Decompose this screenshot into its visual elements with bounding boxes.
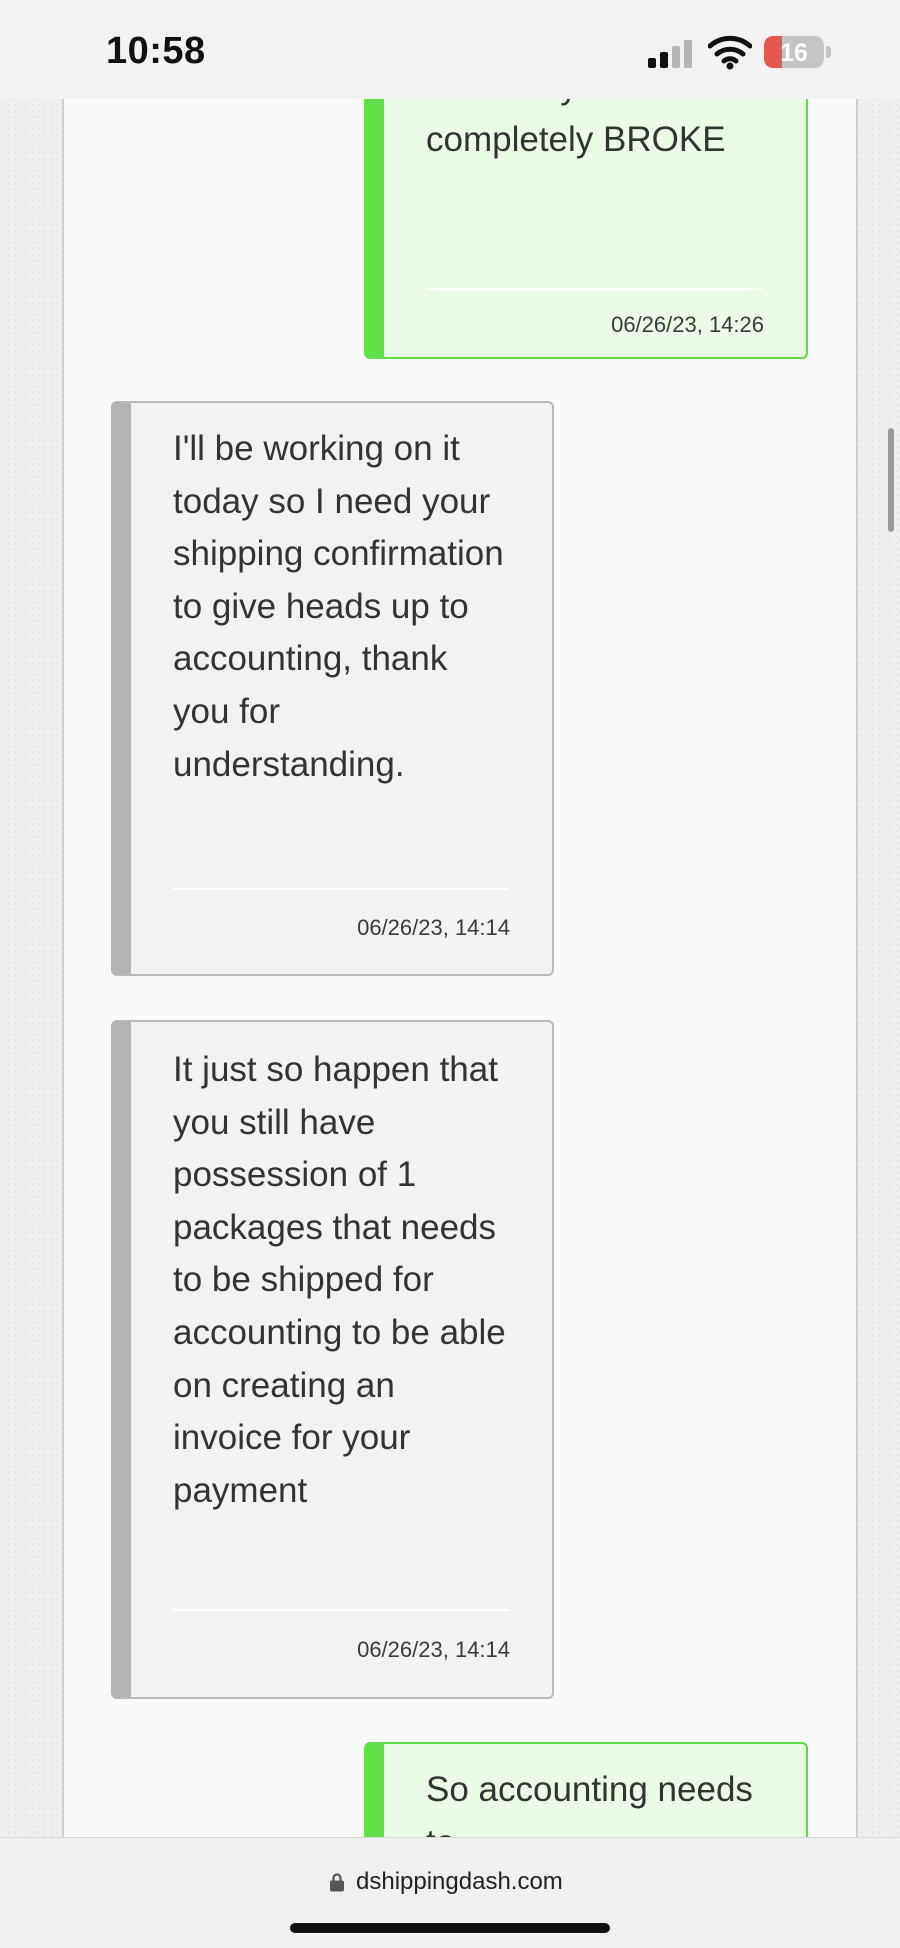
chat-panel[interactable]: work for you but I am completely BROKE 0… <box>62 99 858 1837</box>
message-divider <box>426 288 762 290</box>
status-bar: 10:58 16 <box>0 0 900 99</box>
message-text: I'll be working on it today so I need yo… <box>173 429 504 784</box>
message-divider <box>173 1609 509 1611</box>
cellular-signal-icon <box>648 40 692 68</box>
status-time: 10:58 <box>106 30 206 72</box>
lock-icon <box>330 1873 344 1892</box>
message-text: So accounting needs to <box>426 1770 753 1837</box>
message-text: It just so happen that you still have po… <box>173 1050 506 1510</box>
url-text[interactable]: dshippingdash.com <box>356 1868 563 1896</box>
message-timestamp: 06/26/23, 14:14 <box>357 1637 510 1662</box>
battery-icon: 16 <box>764 36 824 68</box>
message-outgoing: work for you but I am completely BROKE 0… <box>364 99 808 359</box>
message-text: work for you but I am completely BROKE <box>426 99 753 159</box>
message-timestamp: 06/26/23, 14:26 <box>611 312 764 337</box>
message-outgoing: So accounting needs to <box>364 1742 808 1837</box>
message-timestamp: 06/26/23, 14:14 <box>357 915 510 940</box>
browser-url-bar[interactable]: dshippingdash.com <box>0 1837 900 1948</box>
wifi-icon <box>708 35 752 70</box>
message-divider <box>173 888 509 890</box>
home-indicator[interactable] <box>290 1923 610 1933</box>
message-incoming: It just so happen that you still have po… <box>111 1020 554 1699</box>
message-incoming: I'll be working on it today so I need yo… <box>111 401 554 976</box>
scrollbar-thumb[interactable] <box>888 428 894 532</box>
battery-level: 16 <box>780 39 808 67</box>
battery-tip <box>826 46 831 58</box>
